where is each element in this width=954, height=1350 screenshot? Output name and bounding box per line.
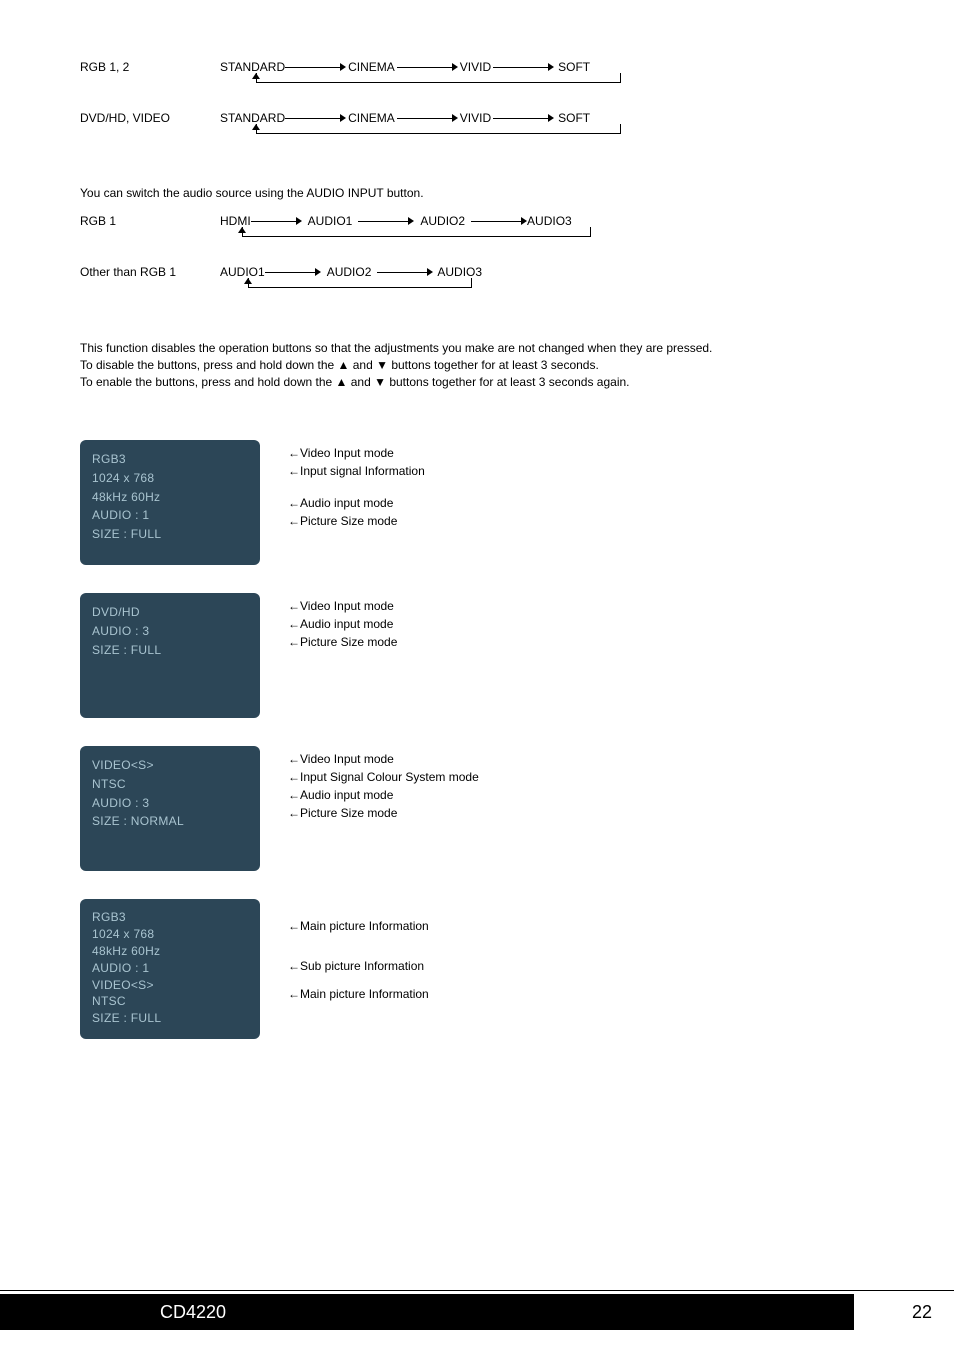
- ann-line: ←Audio input mode: [288, 786, 479, 804]
- ann-line: ←Audio input mode: [288, 494, 425, 512]
- node-audio3: AUDIO3: [527, 214, 572, 228]
- node-vivid: VIVID: [460, 111, 491, 125]
- down-triangle-icon: ▼: [374, 375, 386, 389]
- osd-line: 48kHz 60Hz: [92, 488, 248, 507]
- para-line1: This function disables the operation but…: [80, 340, 874, 357]
- cycle-diagram: AUDIO1 AUDIO2 AUDIO3: [220, 265, 482, 288]
- osd-panel: DVD/HD AUDIO : 3 SIZE : FULL: [80, 593, 260, 718]
- node-vivid: VIVID: [460, 60, 491, 74]
- disable-buttons-paragraph: This function disables the operation but…: [80, 340, 874, 390]
- osd-line: SIZE : FULL: [92, 1010, 248, 1027]
- osd-line: 48kHz 60Hz: [92, 943, 248, 960]
- para-line3a: To enable the buttons, press and hold do…: [80, 375, 336, 389]
- osd-annotations: ←Video Input mode ←Input Signal Colour S…: [288, 746, 479, 822]
- osd-panel: RGB3 1024 x 768 48kHz 60Hz AUDIO : 1 VID…: [80, 899, 260, 1039]
- osd-line: AUDIO : 3: [92, 622, 248, 641]
- audio-note: You can switch the audio source using th…: [80, 186, 874, 200]
- ann-line: ←Audio input mode: [288, 615, 397, 633]
- osd-line: NTSC: [92, 993, 248, 1010]
- cycle-diagram: STANDARD CINEMA VIVID SOFT: [220, 111, 621, 134]
- down-triangle-icon: ▼: [376, 358, 388, 372]
- row-label: DVD/HD, VIDEO: [80, 111, 220, 125]
- diagram-row-other: Other than RGB 1 AUDIO1 AUDIO2 AUDIO3: [80, 265, 874, 288]
- ann-line: ←Video Input mode: [288, 597, 397, 615]
- ann-line: ←Picture Size mode: [288, 633, 397, 651]
- up-triangle-icon: ▲: [336, 375, 348, 389]
- node-cinema: CINEMA: [348, 111, 395, 125]
- cycle-diagram: HDMI AUDIO1 AUDIO2 AUDIO3: [220, 214, 591, 237]
- footer: CD4220 22: [0, 1290, 954, 1330]
- ann-line: ←Picture Size mode: [288, 804, 479, 822]
- model-number: CD4220: [160, 1302, 226, 1323]
- node-audio2: AUDIO2: [327, 265, 372, 279]
- node-audio1: AUDIO1: [308, 214, 353, 228]
- node-audio1: AUDIO1: [220, 265, 265, 279]
- row-label: RGB 1: [80, 214, 220, 228]
- diagram-row-rgb1: RGB 1 HDMI AUDIO1 AUDIO2 AUDIO3: [80, 214, 874, 237]
- ann-line: ←Input Signal Colour System mode: [288, 768, 479, 786]
- row-label: RGB 1, 2: [80, 60, 220, 74]
- diagram-row-dvd: DVD/HD, VIDEO STANDARD CINEMA VIVID SOFT: [80, 111, 874, 134]
- osd-annotations: ←Video Input mode ←Audio input mode ←Pic…: [288, 593, 397, 651]
- node-audio3: AUDIO3: [437, 265, 482, 279]
- osd-line: SIZE : NORMAL: [92, 812, 248, 831]
- osd-line: 1024 x 768: [92, 926, 248, 943]
- osd-annotations: ←Main picture Information ←Sub picture I…: [288, 899, 429, 1003]
- osd-panel: VIDEO<S> NTSC AUDIO : 3 SIZE : NORMAL: [80, 746, 260, 871]
- node-audio2: AUDIO2: [420, 214, 465, 228]
- node-standard: STANDARD: [220, 60, 285, 74]
- osd-example-2: DVD/HD AUDIO : 3 SIZE : FULL ←Video Inpu…: [80, 593, 874, 718]
- node-soft: SOFT: [558, 60, 590, 74]
- osd-line: VIDEO<S>: [92, 756, 248, 775]
- node-cinema: CINEMA: [348, 60, 395, 74]
- node-standard: STANDARD: [220, 111, 285, 125]
- ann-line: ←Sub picture Information: [288, 957, 429, 975]
- para-line3c: buttons together for at least 3 seconds …: [386, 375, 630, 389]
- osd-line: AUDIO : 3: [92, 794, 248, 813]
- row-label: Other than RGB 1: [80, 265, 220, 279]
- osd-annotations: ←Video Input mode ←Input signal Informat…: [288, 440, 425, 530]
- osd-line: DVD/HD: [92, 603, 248, 622]
- osd-line: RGB3: [92, 450, 248, 469]
- osd-example-3: VIDEO<S> NTSC AUDIO : 3 SIZE : NORMAL ←V…: [80, 746, 874, 871]
- osd-line: VIDEO<S>: [92, 977, 248, 994]
- osd-line: SIZE : FULL: [92, 525, 248, 544]
- ann-line: ←Main picture Information: [288, 985, 429, 1003]
- cycle-diagram: STANDARD CINEMA VIVID SOFT: [220, 60, 621, 83]
- ann-line: ←Input signal Information: [288, 462, 425, 480]
- diagram-row-rgb12: RGB 1, 2 STANDARD CINEMA VIVID SOFT: [80, 60, 874, 83]
- osd-example-4: RGB3 1024 x 768 48kHz 60Hz AUDIO : 1 VID…: [80, 899, 874, 1039]
- up-triangle-icon: ▲: [338, 358, 350, 372]
- para-line2a: To disable the buttons, press and hold d…: [80, 358, 338, 372]
- osd-line: RGB3: [92, 909, 248, 926]
- osd-line: AUDIO : 1: [92, 960, 248, 977]
- osd-example-1: RGB3 1024 x 768 48kHz 60Hz AUDIO : 1 SIZ…: [80, 440, 874, 565]
- osd-panel: RGB3 1024 x 768 48kHz 60Hz AUDIO : 1 SIZ…: [80, 440, 260, 565]
- para-line2b: and: [349, 358, 376, 372]
- osd-line: AUDIO : 1: [92, 506, 248, 525]
- para-line2c: buttons together for at least 3 seconds.: [388, 358, 599, 372]
- footer-bar: CD4220: [0, 1294, 854, 1330]
- node-soft: SOFT: [558, 111, 590, 125]
- ann-line: ←Picture Size mode: [288, 512, 425, 530]
- page-number: 22: [854, 1302, 954, 1323]
- para-line3b: and: [347, 375, 374, 389]
- osd-line: SIZE : FULL: [92, 641, 248, 660]
- osd-line: NTSC: [92, 775, 248, 794]
- ann-line: ←Main picture Information: [288, 917, 429, 935]
- ann-line: ←Video Input mode: [288, 750, 479, 768]
- osd-line: 1024 x 768: [92, 469, 248, 488]
- node-hdmi: HDMI: [220, 214, 251, 228]
- ann-line: ←Video Input mode: [288, 444, 425, 462]
